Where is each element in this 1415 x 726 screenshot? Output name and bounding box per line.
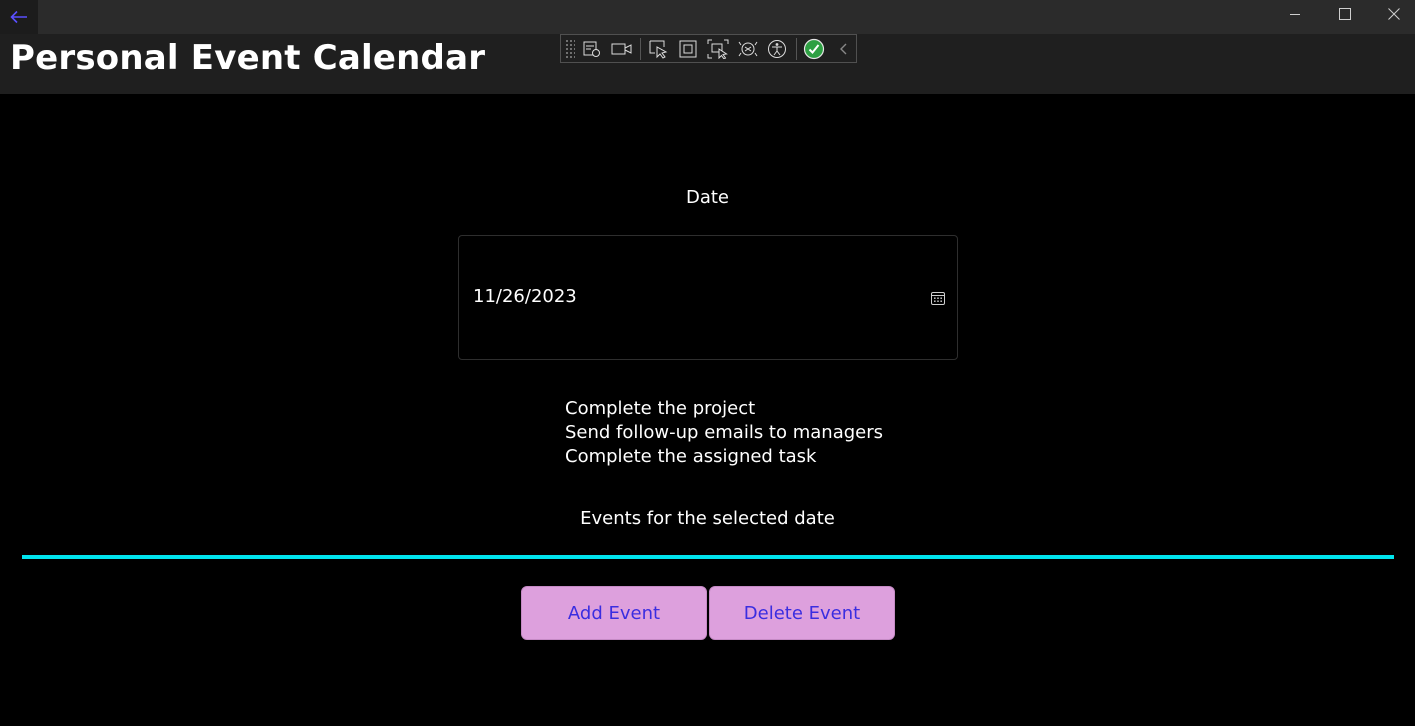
date-label: Date [685, 187, 730, 208]
page-title: Personal Event Calendar [10, 38, 486, 78]
event-item: Send follow-up emails to managers [565, 422, 884, 443]
back-arrow-icon [10, 10, 27, 24]
toolbar-grip-icon[interactable] [565, 38, 575, 59]
hot-reload-ok-icon[interactable] [802, 36, 827, 62]
display-layout-adorners-icon[interactable] [676, 36, 701, 62]
events-list: Complete the project Send follow-up emai… [565, 397, 883, 469]
binding-failures-icon[interactable] [735, 36, 760, 62]
close-button[interactable] [1369, 0, 1415, 28]
collapse-chevron-icon[interactable] [831, 36, 856, 62]
minimize-button[interactable] [1270, 0, 1320, 28]
date-picker[interactable]: 11/26/2023 [458, 235, 958, 360]
maximize-button[interactable] [1320, 0, 1370, 28]
add-event-button[interactable]: Add Event [521, 586, 707, 640]
date-picker-value[interactable]: 11/26/2023 [473, 286, 577, 307]
events-caption: Events for the selected date [580, 508, 835, 529]
record-icon[interactable] [609, 36, 634, 62]
maximize-icon [1339, 8, 1351, 20]
debug-toolbar [560, 34, 857, 63]
delete-event-button[interactable]: Delete Event [709, 586, 895, 640]
calendar-icon[interactable] [931, 290, 945, 309]
minimize-icon [1290, 14, 1300, 15]
live-visual-tree-icon[interactable] [580, 36, 605, 62]
event-item: Complete the project [565, 398, 756, 419]
select-element-icon[interactable] [646, 36, 671, 62]
window-title-bar [0, 0, 1415, 34]
event-item: Complete the assigned task [565, 446, 817, 467]
track-focus-icon[interactable] [705, 36, 730, 62]
divider-line [22, 555, 1394, 559]
accessibility-checker-icon[interactable] [765, 36, 790, 62]
close-icon [1388, 8, 1400, 20]
back-button[interactable] [0, 0, 38, 34]
